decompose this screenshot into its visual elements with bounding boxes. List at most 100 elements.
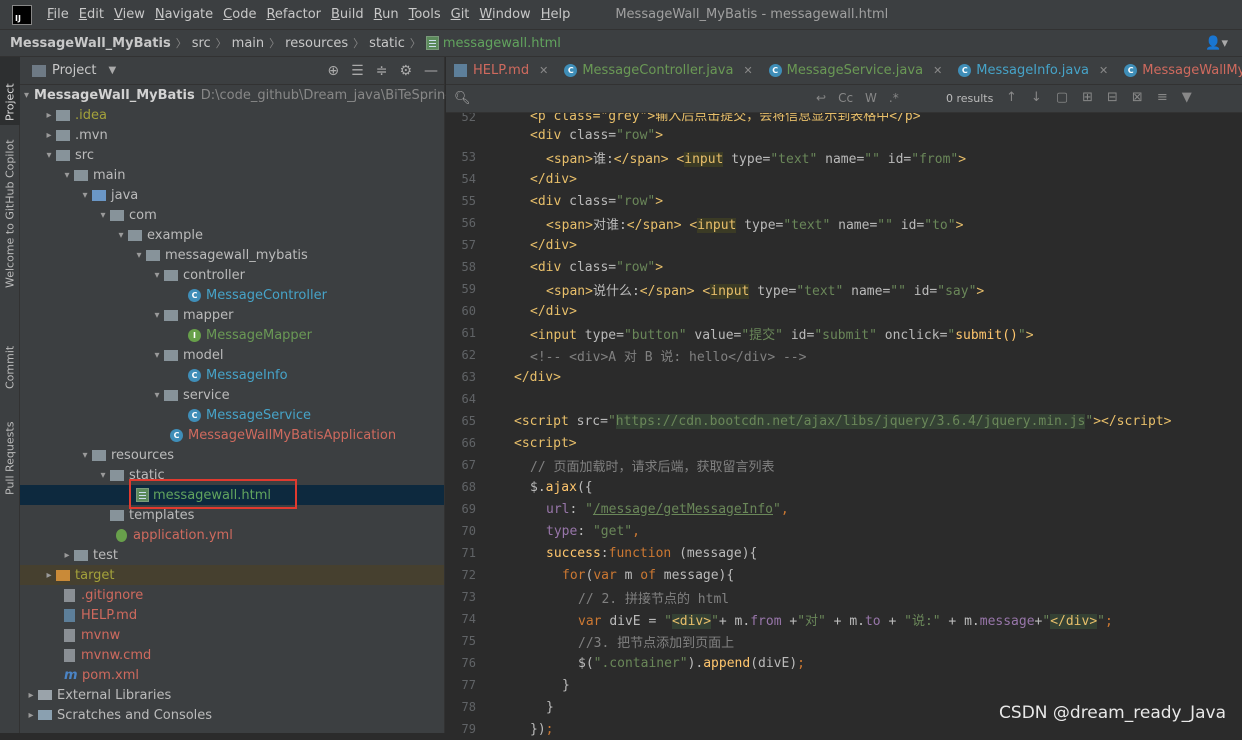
chevron-down-icon[interactable]: ▾ bbox=[96, 470, 110, 481]
chevron-down-icon[interactable]: ▾ bbox=[132, 250, 146, 261]
close-icon[interactable]: ✕ bbox=[539, 64, 548, 77]
tree-item-scratches[interactable]: ▸ Scratches and Consoles bbox=[20, 705, 444, 725]
close-icon[interactable]: ✕ bbox=[933, 64, 942, 77]
tree-item-messagewall-mybatis[interactable]: ▾ messagewall_mybatis bbox=[20, 245, 444, 265]
tab-message-service[interactable]: C MessageService.java ✕ bbox=[761, 57, 951, 84]
tree-item-main[interactable]: ▾ main bbox=[20, 165, 444, 185]
search-icon[interactable]: 🔍︎ bbox=[454, 91, 471, 106]
tree-item-src[interactable]: ▾ src bbox=[20, 145, 444, 165]
tab-help-md[interactable]: HELP.md ✕ bbox=[446, 57, 556, 84]
tool-tab-github-copilot[interactable]: Welcome to GitHub Copilot bbox=[0, 139, 20, 292]
arrow-down-icon[interactable]: ↓ bbox=[1031, 90, 1042, 105]
gear-icon[interactable]: ⚙ bbox=[399, 63, 412, 79]
tree-item-application-class[interactable]: C MessageWallMyBatisApplication bbox=[20, 425, 444, 445]
chevron-right-icon[interactable]: ▸ bbox=[24, 690, 38, 701]
tree-item-pom-xml[interactable]: m pom.xml bbox=[20, 665, 444, 685]
menu-refactor[interactable]: Refactor bbox=[261, 7, 326, 22]
chevron-down-icon[interactable]: ▾ bbox=[60, 170, 74, 181]
tree-item-resources[interactable]: ▾ resources bbox=[20, 445, 444, 465]
whole-words-toggle[interactable]: W bbox=[865, 91, 877, 105]
breadcrumb-static[interactable]: static bbox=[369, 36, 405, 51]
select-all-icon[interactable]: ▢ bbox=[1056, 90, 1068, 105]
tree-item-message-service[interactable]: C MessageService bbox=[20, 405, 444, 425]
menu-build[interactable]: Build bbox=[326, 7, 369, 22]
breadcrumb-main[interactable]: main bbox=[232, 36, 264, 51]
filter-options-icon[interactable]: ≡ bbox=[1157, 90, 1168, 105]
chevron-down-icon[interactable]: ▾ bbox=[150, 270, 164, 281]
menu-code[interactable]: Code bbox=[218, 7, 261, 22]
add-occurrence-icon[interactable]: ⊞ bbox=[1082, 90, 1093, 105]
regex-toggle[interactable]: .* bbox=[889, 91, 899, 105]
tree-item-gitignore[interactable]: .gitignore bbox=[20, 585, 444, 605]
tree-item-test[interactable]: ▸ test bbox=[20, 545, 444, 565]
tree-item-external-libraries[interactable]: ▸ External Libraries bbox=[20, 685, 444, 705]
code-area[interactable]: 52 <p class="grey">输入后点击提交，会将信息显示到表格中</p… bbox=[446, 113, 1242, 740]
tree-item-message-info[interactable]: C MessageInfo bbox=[20, 365, 444, 385]
close-icon[interactable]: ✕ bbox=[1099, 64, 1108, 77]
breadcrumb-project[interactable]: MessageWall_MyBatis bbox=[10, 36, 171, 51]
tree-item-application-yml[interactable]: application.yml bbox=[20, 525, 444, 545]
close-icon[interactable]: ✕ bbox=[743, 64, 752, 77]
tree-item-java[interactable]: ▾ java bbox=[20, 185, 444, 205]
tool-tab-project[interactable]: Project bbox=[0, 57, 20, 125]
chevron-right-icon[interactable]: ▸ bbox=[42, 110, 56, 121]
chevron-down-icon[interactable]: ▾ bbox=[78, 450, 92, 461]
chevron-down-icon[interactable]: ▾ bbox=[24, 90, 29, 101]
tree-item-project-root[interactable]: ▾ MessageWall_MyBatis D:\code_github\Drea… bbox=[20, 85, 470, 105]
panel-title[interactable]: Project bbox=[52, 63, 96, 78]
tab-message-controller[interactable]: C MessageController.java ✕ bbox=[556, 57, 760, 84]
collapse-all-icon[interactable]: ☰ bbox=[351, 63, 364, 79]
chevron-down-icon[interactable]: ▾ bbox=[150, 350, 164, 361]
menu-navigate[interactable]: Navigate bbox=[150, 7, 218, 22]
tree-item-mvn[interactable]: ▸ .mvn bbox=[20, 125, 444, 145]
tree-item-model[interactable]: ▾ model bbox=[20, 345, 444, 365]
breadcrumb-resources[interactable]: resources bbox=[285, 36, 348, 51]
tab-message-info[interactable]: C MessageInfo.java ✕ bbox=[950, 57, 1116, 84]
arrow-up-icon[interactable]: ↑ bbox=[1006, 90, 1017, 105]
user-icon[interactable]: 👤▾ bbox=[1205, 36, 1228, 51]
chevron-down-icon[interactable]: ▾ bbox=[78, 190, 92, 201]
menu-window[interactable]: Window bbox=[474, 7, 535, 22]
chevron-down-icon[interactable]: ▾ bbox=[42, 150, 56, 161]
menu-run[interactable]: Run bbox=[369, 7, 404, 22]
tree-item-message-controller[interactable]: C MessageController bbox=[20, 285, 444, 305]
chevron-down-icon[interactable]: ▾ bbox=[150, 390, 164, 401]
toggle-occurrence-icon[interactable]: ⊠ bbox=[1132, 90, 1143, 105]
chevron-down-icon[interactable]: ▾ bbox=[96, 210, 110, 221]
tree-item-message-mapper[interactable]: I MessageMapper bbox=[20, 325, 444, 345]
tool-tab-pull-requests[interactable]: Pull Requests bbox=[0, 407, 20, 499]
expand-all-icon[interactable]: ≑ bbox=[376, 63, 388, 79]
chevron-right-icon[interactable]: ▸ bbox=[60, 550, 74, 561]
breadcrumb-file[interactable]: messagewall.html bbox=[443, 36, 561, 51]
menu-git[interactable]: Git bbox=[446, 7, 475, 22]
chevron-down-icon[interactable]: ▾ bbox=[114, 230, 128, 241]
menu-help[interactable]: Help bbox=[536, 7, 576, 22]
tree-item-idea[interactable]: ▸ .idea bbox=[20, 105, 444, 125]
tool-tab-commit[interactable]: Commit bbox=[0, 329, 20, 393]
tree-item-example[interactable]: ▾ example bbox=[20, 225, 444, 245]
tree-item-target[interactable]: ▸ target bbox=[20, 565, 444, 585]
menu-view[interactable]: View bbox=[109, 7, 150, 22]
tab-application[interactable]: C MessageWallMyBatisApplicati bbox=[1116, 57, 1242, 84]
remove-occurrence-icon[interactable]: ⊟ bbox=[1107, 90, 1118, 105]
filter-icon[interactable]: ▼ bbox=[1182, 90, 1192, 105]
tree-item-service[interactable]: ▾ service bbox=[20, 385, 444, 405]
menu-edit[interactable]: Edit bbox=[74, 7, 109, 22]
tree-item-controller[interactable]: ▾ controller bbox=[20, 265, 444, 285]
tree-item-mvnw[interactable]: mvnw bbox=[20, 625, 444, 645]
crosshair-icon[interactable]: ⊕ bbox=[327, 63, 339, 79]
chevron-right-icon[interactable]: ▸ bbox=[42, 130, 56, 141]
tree-item-com[interactable]: ▾ com bbox=[20, 205, 444, 225]
minimize-icon[interactable]: — bbox=[424, 63, 438, 79]
chevron-down-icon[interactable]: ▼ bbox=[108, 65, 116, 76]
chevron-right-icon[interactable]: ▸ bbox=[24, 710, 38, 721]
undo-icon[interactable]: ↩ bbox=[816, 91, 826, 105]
tree-item-mapper[interactable]: ▾ mapper bbox=[20, 305, 444, 325]
menu-tools[interactable]: Tools bbox=[404, 7, 446, 22]
match-case-toggle[interactable]: Cc bbox=[838, 91, 853, 105]
tree-item-mvnw-cmd[interactable]: mvnw.cmd bbox=[20, 645, 444, 665]
breadcrumb-src[interactable]: src bbox=[192, 36, 211, 51]
chevron-right-icon[interactable]: ▸ bbox=[42, 570, 56, 581]
menu-file[interactable]: File bbox=[42, 7, 74, 22]
intellij-logo[interactable]: IJ bbox=[12, 4, 32, 25]
